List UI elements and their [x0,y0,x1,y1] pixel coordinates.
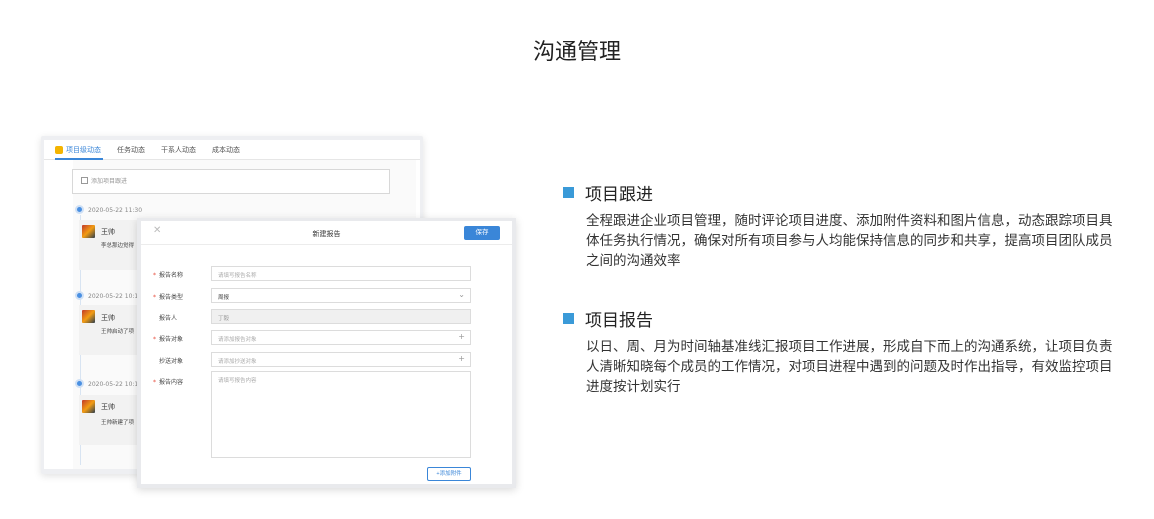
report-target-label: * 报告对象 [153,334,213,343]
entry-name: 王帅 [101,403,115,411]
report-content-textarea[interactable]: 请填写报告内容 [211,371,471,458]
plus-icon[interactable]: + [458,332,465,341]
square-bullet-icon [563,187,574,198]
section-project-followup: 项目跟进 全程跟进企业项目管理，随时评论项目进度、添加附件资料和图片信息，动态跟… [563,180,1123,271]
required-mark: * [153,379,156,386]
tab-label: 成本动态 [212,145,240,154]
report-type-select[interactable]: 周报 ⌄ [211,288,471,303]
tab-label: 项目级动态 [66,145,101,154]
edit-icon [81,177,88,184]
avatar [82,400,95,413]
tab-label: 干系人动态 [161,145,196,154]
report-content-label: * 报告内容 [153,377,213,386]
entry-time: 2020-05-22 10:18 [88,381,143,388]
add-attachment-button[interactable]: +添加附件 [427,467,471,481]
chevron-down-icon: ⌄ [458,290,465,299]
section-title: 项目跟进 [585,185,653,205]
dialog-title: 新建报告 [312,230,341,238]
plus-icon[interactable]: + [458,354,465,363]
save-button[interactable]: 保存 [464,226,500,240]
required-mark: * [153,272,156,279]
input-placeholder: 请添加报告对象 [218,337,257,343]
page-title: 沟通管理 [532,40,621,65]
section-description: 以日、周、月为时间轴基准线汇报项目工作进展，形成自下而上的沟通系统，让项目负责人… [586,339,1113,395]
add-followup-input[interactable]: 添加项目跟进 [72,169,390,194]
reporter-label: 报告人 [153,313,213,322]
avatar [82,310,95,323]
report-name-input[interactable]: 请填写报告名称 [211,266,471,281]
textarea-placeholder: 请填写报告内容 [218,378,257,384]
reporter-field: 丁毅 [211,309,471,324]
label-text: 报告名称 [159,272,184,279]
add-followup-placeholder: 添加项目跟进 [91,178,128,185]
tab-label: 任务动态 [117,145,145,154]
new-report-form: ✕ 新建报告 保存 * 报告名称 请填写报告名称 * 报告类型 周报 ⌄ 报告人 丁毅… [141,221,512,484]
entry-name: 王帅 [101,228,115,236]
entry-time: 2020-05-22 11:30 [88,207,143,214]
tab-cost-activity[interactable]: 成本动态 [212,140,240,160]
report-type-label: * 报告类型 [153,292,213,301]
tab-task-activity[interactable]: 任务动态 [117,140,145,160]
reporter-value: 丁毅 [218,316,230,322]
timeline-dot [75,205,84,214]
label-text: 报告类型 [159,294,184,301]
required-mark: * [153,336,156,343]
cc-target-label: 抄送对象 [153,356,213,365]
section-heading: 项目报告 [563,306,1123,331]
label-text: 抄送对象 [159,358,184,365]
input-placeholder: 请添加抄送对象 [218,359,257,365]
select-value: 周报 [218,295,230,301]
new-report-dialog: ✕ 新建报告 保存 * 报告名称 请填写报告名称 * 报告类型 周报 ⌄ 报告人 丁毅… [137,218,516,488]
cc-target-input[interactable]: 请添加抄送对象 + [211,352,471,367]
input-placeholder: 请填写报告名称 [218,273,257,279]
section-project-report: 项目报告 以日、周、月为时间轴基准线汇报项目工作进展，形成自下而上的沟通系统，让… [563,306,1123,397]
tab-stakeholder-activity[interactable]: 干系人动态 [161,140,196,160]
timeline-dot [75,291,84,300]
square-bullet-icon [563,313,574,324]
section-title: 项目报告 [585,311,653,331]
tab-project-activity[interactable]: 项目级动态 [55,140,101,160]
dialog-header: ✕ 新建报告 保存 [141,221,512,245]
section-heading: 项目跟进 [563,180,1123,205]
label-text: 报告内容 [159,379,184,386]
report-target-input[interactable]: 请添加报告对象 + [211,330,471,345]
feed-tabs: 项目级动态 任务动态 干系人动态 成本动态 [44,140,420,160]
timeline-dot [75,379,84,388]
section-description: 全程跟进企业项目管理，随时评论项目进度、添加附件资料和图片信息，动态跟踪项目具体… [586,213,1113,269]
label-text: 报告人 [159,315,178,322]
entry-name: 王帅 [101,314,115,322]
label-text: 报告对象 [159,336,184,343]
required-mark: * [153,294,156,301]
report-name-label: * 报告名称 [153,270,213,279]
project-activity-icon [55,145,63,154]
entry-time: 2020-05-22 10:18 [88,293,143,300]
avatar [82,225,95,238]
